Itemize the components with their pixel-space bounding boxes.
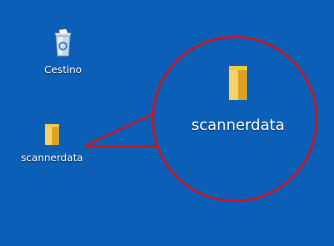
- folder-icon: [225, 64, 251, 106]
- zoomed-folder: scannerdata: [152, 64, 324, 134]
- recycle-bin-label: Cestino: [44, 65, 82, 76]
- scannerdata-folder-shortcut[interactable]: scannerdata: [15, 122, 89, 165]
- folder-label: scannerdata: [20, 153, 84, 164]
- recycle-bin-icon: [52, 28, 74, 62]
- folder-icon: [42, 122, 62, 150]
- callout-pointer-upper: [84, 112, 156, 147]
- zoomed-folder-label: scannerdata: [191, 116, 285, 134]
- recycle-bin-shortcut[interactable]: Cestino: [36, 28, 90, 77]
- desktop: Cestino scannerdata scannerdata: [0, 0, 334, 246]
